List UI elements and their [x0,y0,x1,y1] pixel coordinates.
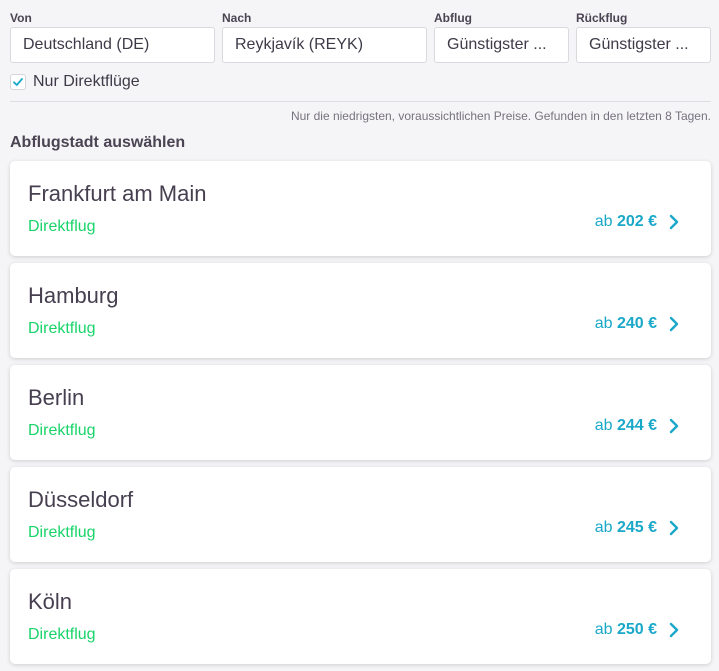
section-title: Abflugstadt auswählen [10,134,186,151]
city-name: Köln [28,589,73,614]
price: ab 202 € [595,213,657,231]
departure-label: Abflug [434,11,472,25]
price: ab 250 € [595,621,657,639]
direct-only-checkbox[interactable] [10,74,26,90]
city-card-berlin[interactable]: Berlin Direktflug ab 244 € [10,365,711,460]
city-card-frankfurt[interactable]: Frankfurt am Main Direktflug ab 202 € [10,161,711,256]
return-field[interactable]: Günstigster ... [576,27,711,63]
price: ab 244 € [595,417,657,435]
flight-type: Direktflug [28,626,96,643]
departure-field[interactable]: Günstigster ... [434,27,569,63]
price-amount: 244 € [616,417,657,434]
city-name: Frankfurt am Main [28,181,207,206]
city-card-hamburg[interactable]: Hamburg Direktflug ab 240 € [10,263,711,358]
chevron-right-icon [669,316,679,332]
price-prefix: ab [594,417,613,434]
price-prefix: ab [594,519,613,536]
city-card-koeln[interactable]: Köln Direktflug ab 250 € [10,569,711,664]
direct-only-option[interactable]: Nur Direktflüge [10,72,140,92]
return-label: Rückflug [576,11,628,25]
price-amount: 202 € [616,213,657,230]
price-amount: 240 € [616,315,657,332]
city-name: Hamburg [28,283,119,308]
city-name: Berlin [28,385,85,410]
check-icon [13,78,23,86]
to-label: Nach [222,11,252,25]
divider [10,101,711,102]
price-amount: 250 € [616,621,657,638]
price-prefix: ab [594,315,613,332]
chevron-right-icon [669,520,679,536]
price-amount: 245 € [616,519,657,536]
city-card-duesseldorf[interactable]: Düsseldorf Direktflug ab 245 € [10,467,711,562]
flight-type: Direktflug [28,524,96,541]
from-label: Von [10,11,32,25]
direct-only-label: Nur Direktflüge [33,73,140,90]
flight-type: Direktflug [28,320,96,337]
price: ab 240 € [595,315,657,333]
flight-type: Direktflug [28,218,96,235]
chevron-right-icon [669,622,679,638]
flight-type: Direktflug [28,422,96,439]
chevron-right-icon [669,418,679,434]
from-field[interactable]: Deutschland (DE) [10,27,215,63]
price-note: Nur die niedrigsten, voraussichtlichen P… [290,109,711,123]
price: ab 245 € [595,519,657,537]
price-prefix: ab [594,213,613,230]
chevron-right-icon [669,214,679,230]
price-prefix: ab [594,621,613,638]
city-name: Düsseldorf [28,487,134,512]
to-field[interactable]: Reykjavík (REYK) [222,27,427,63]
